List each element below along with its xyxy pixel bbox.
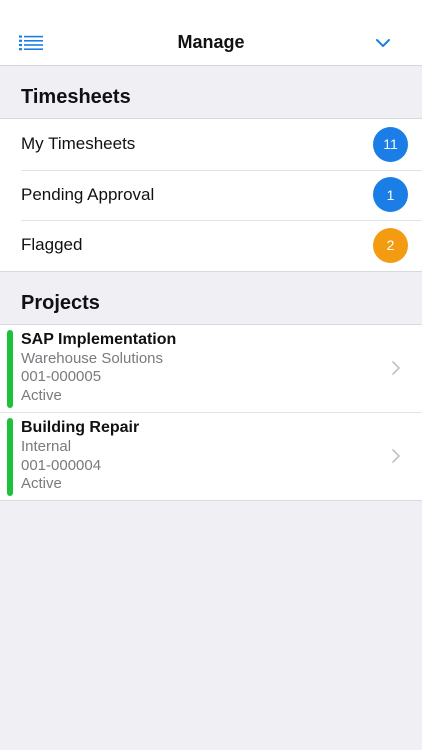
projects-heading: Projects	[21, 291, 100, 314]
chevron-down-icon	[376, 39, 390, 47]
status-indicator-bar	[7, 418, 13, 496]
list-item-label: Flagged	[21, 235, 83, 255]
timesheets-heading: Timesheets	[21, 86, 131, 108]
projects-list: SAP Implementation Warehouse Solutions 0…	[0, 323, 422, 501]
list-item-label: Pending Approval	[21, 184, 155, 204]
page-title: Manage	[177, 32, 245, 52]
timesheets-list: My Timesheets 11 Pending Approval 1 Flag…	[0, 118, 422, 272]
project-name: Building Repair	[21, 419, 140, 436]
chevron-right-icon	[392, 360, 400, 375]
list-item-label: My Timesheets	[21, 134, 136, 154]
project-code: 001-000005	[21, 368, 102, 385]
dropdown-button[interactable]	[368, 28, 398, 58]
count-badge: 1	[373, 177, 408, 213]
project-name: SAP Implementation	[21, 330, 177, 348]
menu-button[interactable]	[14, 28, 48, 58]
list-menu-icon	[19, 35, 43, 51]
project-status: Active	[21, 386, 62, 404]
timesheets-section-header: Timesheets	[0, 66, 422, 118]
project-status: Active	[21, 475, 62, 492]
project-client: Warehouse Solutions	[21, 349, 164, 367]
list-item-my-timesheets[interactable]: My Timesheets 11	[0, 119, 422, 170]
project-code: 001-000004	[21, 456, 102, 474]
chevron-right-icon	[392, 449, 400, 463]
count-badge: 11	[373, 126, 408, 162]
project-item-sap-implementation[interactable]: SAP Implementation Warehouse Solutions 0…	[0, 325, 422, 413]
count-badge: 2	[373, 227, 408, 263]
list-item-flagged[interactable]: Flagged 2	[0, 220, 422, 271]
status-bar	[0, 0, 422, 20]
nav-bar: Manage	[0, 20, 422, 66]
list-item-pending-approval[interactable]: Pending Approval 1	[0, 169, 422, 221]
project-item-building-repair[interactable]: Building Repair Internal 001-000004 Acti…	[0, 412, 422, 500]
status-indicator-bar	[7, 329, 13, 408]
projects-section-header: Projects	[0, 272, 422, 324]
project-client: Internal	[21, 438, 72, 455]
